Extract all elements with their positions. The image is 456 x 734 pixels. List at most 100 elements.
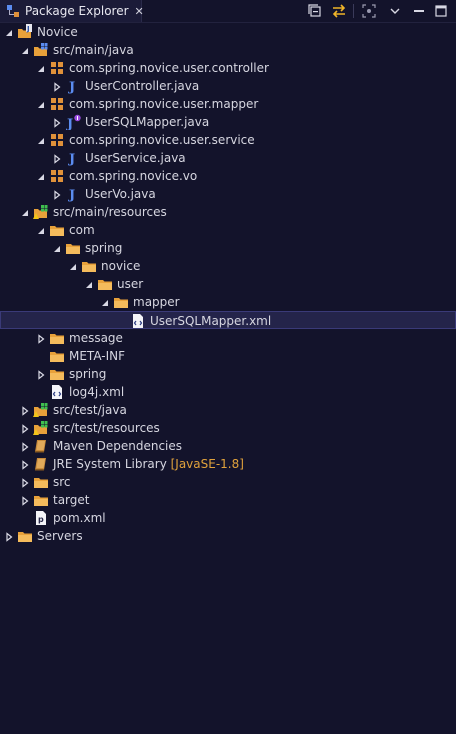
package-icon — [49, 96, 65, 112]
tree-item-label: META-INF — [69, 349, 126, 363]
tree-item[interactable]: com.spring.novice.user.service — [0, 131, 456, 149]
tree-item[interactable]: com — [0, 221, 456, 239]
expanded-arrow-icon[interactable] — [4, 27, 14, 37]
view-title: Package Explorer — [25, 4, 129, 18]
tree-item-label: UserSQLMapper.java — [85, 115, 210, 129]
collapsed-arrow-icon[interactable] — [20, 459, 30, 470]
package-icon — [49, 168, 65, 184]
expanded-arrow-icon[interactable] — [68, 261, 78, 271]
tree-item[interactable]: J UserController.java — [0, 77, 456, 95]
tree-item[interactable]: target — [0, 491, 456, 509]
collapsed-arrow-icon[interactable] — [20, 477, 30, 488]
tree-item[interactable]: com.spring.novice.user.controller — [0, 59, 456, 77]
tree-item[interactable]: log4j.xml — [0, 383, 456, 401]
svg-text:J: J — [66, 117, 73, 130]
tree-item[interactable]: src/test/java — [0, 401, 456, 419]
tree-item-label: Maven Dependencies — [53, 439, 183, 453]
expanded-arrow-icon[interactable] — [36, 135, 46, 145]
java-interface-icon: J — [65, 114, 81, 132]
source-folder-icon — [33, 42, 49, 58]
expanded-arrow-icon[interactable] — [36, 63, 46, 73]
tree-item[interactable]: JRE System Library [JavaSE-1.8] — [0, 455, 456, 473]
collapsed-arrow-icon[interactable] — [52, 81, 62, 92]
expanded-arrow-icon[interactable] — [84, 279, 94, 289]
tree-item-label: src/main/java — [53, 43, 134, 57]
folder-icon — [17, 528, 33, 544]
tree-item-label: pom.xml — [53, 511, 106, 525]
collapse-all-icon[interactable] — [307, 3, 323, 19]
tree-item-label: src/test/java — [53, 403, 127, 417]
collapsed-arrow-icon[interactable] — [36, 333, 46, 344]
tree-item-label: user — [117, 277, 144, 291]
folder-icon — [113, 294, 129, 310]
tree-item[interactable]: UserSQLMapper.xml — [0, 311, 456, 329]
tree-item[interactable]: J UserSQLMapper.java — [0, 113, 456, 132]
tree-item-decoration: [JavaSE-1.8] — [166, 457, 244, 471]
tree-item[interactable]: J Novice — [0, 23, 456, 41]
collapsed-arrow-icon[interactable] — [52, 153, 62, 164]
expanded-arrow-icon[interactable] — [36, 171, 46, 181]
svg-text:J: J — [68, 80, 75, 94]
folder-icon — [65, 240, 81, 256]
java-project-icon: J — [17, 24, 33, 40]
folder-icon — [49, 222, 65, 238]
tree-item[interactable]: com.spring.novice.user.mapper — [0, 95, 456, 113]
expanded-arrow-icon[interactable] — [100, 297, 110, 307]
focus-icon[interactable] — [361, 3, 377, 19]
tree-item[interactable]: com.spring.novice.vo — [0, 167, 456, 185]
collapsed-arrow-icon[interactable] — [52, 189, 62, 200]
tree-item[interactable]: mapper — [0, 293, 456, 311]
tree-item[interactable]: spring — [0, 239, 456, 257]
tree-item-label: JRE System Library [JavaSE-1.8] — [53, 457, 244, 471]
tree-item[interactable]: src — [0, 473, 456, 491]
tree-item[interactable]: user — [0, 275, 456, 293]
link-with-editor-icon[interactable] — [331, 3, 347, 19]
folder-icon — [97, 276, 113, 292]
tree-item[interactable]: src/test/resources — [0, 419, 456, 437]
minimize-icon[interactable] — [411, 3, 427, 19]
tree-item-label: com.spring.novice.vo — [69, 169, 198, 183]
tree-item-label: src/main/resources — [53, 205, 167, 219]
view-titlebar: Package Explorer ✕ — [0, 0, 456, 23]
collapsed-arrow-icon[interactable] — [20, 405, 30, 416]
folder-icon — [49, 330, 65, 346]
tree-item[interactable]: Servers — [0, 527, 456, 545]
collapsed-arrow-icon[interactable] — [20, 423, 30, 434]
expanded-arrow-icon[interactable] — [36, 225, 46, 235]
tree-item[interactable]: spring — [0, 365, 456, 383]
tree-item[interactable]: J UserVo.java — [0, 185, 456, 203]
java-class-icon: J — [65, 150, 81, 167]
tree-item[interactable]: src/main/java — [0, 41, 456, 59]
collapsed-arrow-icon[interactable] — [20, 495, 30, 506]
package-icon — [49, 132, 65, 148]
collapsed-arrow-icon[interactable] — [4, 531, 14, 542]
tree-item-label: Novice — [37, 25, 78, 39]
tree-item-label: UserService.java — [85, 151, 186, 165]
folder-icon — [49, 366, 65, 382]
tree-item[interactable]: Maven Dependencies — [0, 437, 456, 455]
expanded-arrow-icon[interactable] — [36, 99, 46, 109]
close-icon[interactable]: ✕ — [135, 5, 144, 18]
folder-icon — [81, 258, 97, 274]
tree-item[interactable]: J UserService.java — [0, 149, 456, 167]
expanded-arrow-icon[interactable] — [20, 45, 30, 55]
tab-package-explorer[interactable]: Package Explorer ✕ — [0, 0, 144, 22]
collapsed-arrow-icon[interactable] — [52, 117, 62, 128]
view-menu-icon[interactable] — [387, 3, 403, 19]
java-class-icon: J — [65, 186, 81, 203]
tree-item-label: log4j.xml — [69, 385, 125, 399]
collapsed-arrow-icon[interactable] — [36, 369, 46, 380]
expanded-arrow-icon[interactable] — [52, 243, 62, 253]
tree-item[interactable]: novice — [0, 257, 456, 275]
toolbar-separator — [353, 4, 354, 18]
svg-text:J: J — [68, 188, 75, 202]
tree-item-label: com.spring.novice.user.service — [69, 133, 255, 147]
maximize-icon[interactable] — [433, 3, 449, 19]
tree-item[interactable]: META-INF — [0, 347, 456, 365]
tree-item[interactable]: message — [0, 329, 456, 347]
tree-item[interactable]: p pom.xml — [0, 509, 456, 527]
tree-item[interactable]: src/main/resources — [0, 203, 456, 221]
tree-item-label: spring — [85, 241, 123, 255]
expanded-arrow-icon[interactable] — [20, 207, 30, 217]
collapsed-arrow-icon[interactable] — [20, 441, 30, 452]
